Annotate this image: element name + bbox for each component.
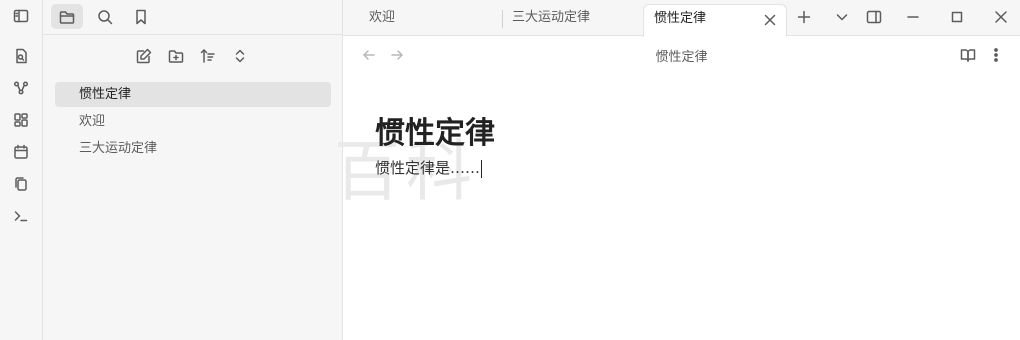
file-item[interactable]: 欢迎 xyxy=(55,109,331,134)
text-cursor xyxy=(481,159,483,178)
file-item[interactable]: 三大运动定律 xyxy=(55,136,331,161)
new-note-icon[interactable] xyxy=(132,44,156,68)
calendar-icon[interactable] xyxy=(8,140,34,164)
search-icon[interactable] xyxy=(89,4,121,29)
bookmark-icon[interactable] xyxy=(125,4,157,29)
copy-icon[interactable] xyxy=(8,172,34,196)
quick-switcher-icon[interactable] xyxy=(8,44,34,68)
tab-label: 惯性定律 xyxy=(654,11,707,26)
view-title: 惯性定律 xyxy=(655,50,708,65)
close-icon[interactable] xyxy=(762,12,778,28)
graph-view-icon[interactable] xyxy=(8,76,34,100)
document-heading[interactable]: 惯性定律 xyxy=(375,108,495,152)
file-explorer-sidebar: 惯性定律 欢迎 三大运动定律 xyxy=(43,0,343,340)
more-options-icon[interactable] xyxy=(985,44,1007,66)
document-body[interactable]: 惯性定律是…… xyxy=(375,157,483,178)
maximize-icon[interactable] xyxy=(944,5,970,29)
file-list: 惯性定律 欢迎 三大运动定律 xyxy=(55,82,331,163)
reading-view-icon[interactable] xyxy=(957,44,979,66)
close-window-icon[interactable] xyxy=(988,5,1014,29)
new-tab-icon[interactable] xyxy=(791,5,817,29)
chevron-down-icon[interactable] xyxy=(829,5,855,29)
view-header: 惯性定律 xyxy=(343,36,1020,74)
ribbon xyxy=(0,0,43,340)
right-sidebar-toggle-icon[interactable] xyxy=(861,5,887,29)
folder-icon[interactable] xyxy=(51,4,83,29)
sidebar-header xyxy=(43,0,343,35)
tab-welcome[interactable]: 欢迎 xyxy=(343,4,503,36)
tab-inertia-law[interactable]: 惯性定律 xyxy=(643,4,787,37)
file-item[interactable]: 惯性定律 xyxy=(55,82,331,107)
document-body-text: 惯性定律是…… xyxy=(375,159,481,177)
tab-three-laws[interactable]: 三大运动定律 xyxy=(486,4,636,36)
canvas-icon[interactable] xyxy=(8,108,34,132)
new-folder-icon[interactable] xyxy=(164,44,188,68)
collapse-expand-icon[interactable] xyxy=(228,44,252,68)
minimize-icon[interactable] xyxy=(900,5,926,29)
sidebar-toggle-icon[interactable] xyxy=(8,5,34,27)
terminal-icon[interactable] xyxy=(8,204,34,228)
sort-icon[interactable] xyxy=(196,44,220,68)
tab-bar: 欢迎 三大运动定律 惯性定律 xyxy=(343,0,1020,37)
